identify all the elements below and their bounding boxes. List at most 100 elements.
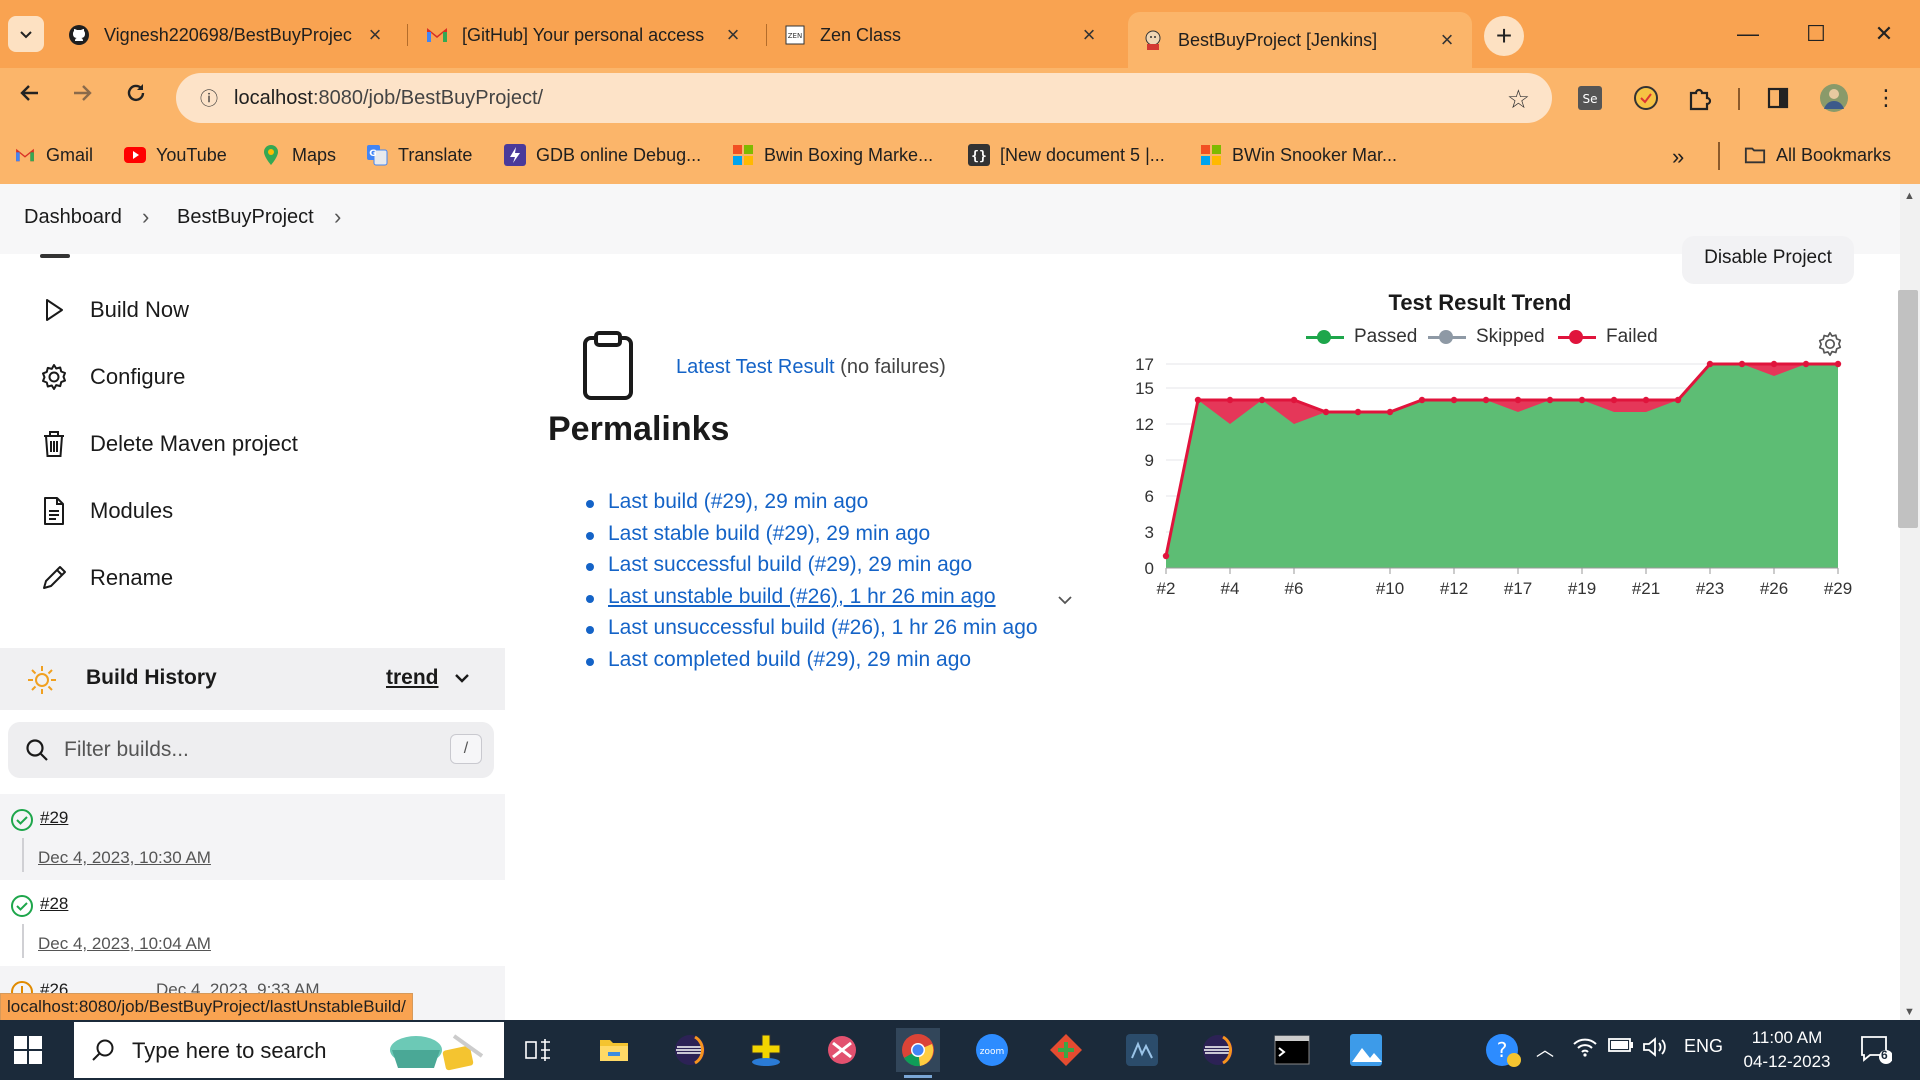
close-icon[interactable]: × [722,24,744,46]
task-view-icon[interactable] [516,1028,560,1072]
file-explorer-icon[interactable] [592,1028,636,1072]
more-menu-icon[interactable]: ⋮ [1870,82,1902,114]
system-clock[interactable]: 11:00 AM 04-12-2023 [1722,1026,1852,1074]
permalink-last-successful-build[interactable]: Last successful build (#29), 29 min ago [580,553,1038,585]
tab-title: BestBuyProject [Jenkins] [1178,29,1378,50]
breadcrumb-bestbuyproject[interactable]: BestBuyProject [177,206,314,229]
scrollbar-thumb[interactable] [1898,290,1918,528]
tab-gmail[interactable]: [GitHub] Your personal access × [412,12,758,58]
volume-icon[interactable] [1642,1036,1668,1063]
address-bar[interactable]: ⓘ localhost:8080/job/BestBuyProject/ ☆ [176,73,1552,123]
permalink-last-completed-build[interactable]: Last completed build (#29), 29 min ago [580,648,1038,680]
bookmark-bwin-snooker[interactable]: BWin Snooker Mar... [1200,144,1397,166]
profile-avatar[interactable] [1818,82,1850,114]
git-gui-icon[interactable] [1044,1028,1088,1072]
latest-test-result-link[interactable]: Latest Test Result [676,356,835,378]
build-date-link[interactable]: Dec 4, 2023, 10:30 AM [38,848,211,868]
sidebar-task-modules[interactable]: Modules [38,491,173,531]
tab-github[interactable]: Vignesh220698/BestBuyProjec × [54,12,400,58]
filter-builds-input[interactable]: Filter builds... / [8,722,494,778]
close-icon[interactable]: × [364,24,386,46]
x-tick-label: #4 [1221,579,1240,598]
data-point [1674,396,1682,404]
battery-icon[interactable] [1608,1036,1634,1059]
tab-jenkins[interactable]: BestBuyProject [Jenkins] × [1128,12,1472,68]
reload-button[interactable] [116,78,156,118]
scroll-up-arrow-icon[interactable]: ▲ [1904,190,1915,202]
tab-search-button[interactable] [8,16,44,52]
data-point [1546,396,1554,404]
close-window-button[interactable]: ✕ [1854,14,1914,54]
disable-project-button[interactable]: Disable Project [1682,236,1854,284]
bookmark-gmail[interactable]: Gmail [14,144,93,166]
sidebar-task-configure[interactable]: Configure [38,357,185,397]
bookmark-new-document[interactable]: {} [New document 5 |... [968,144,1165,166]
sidebar-task-rename[interactable]: Rename [38,558,173,598]
mavenapp-icon[interactable] [744,1028,788,1072]
eclipse-icon[interactable] [668,1028,712,1072]
mysql-workbench-icon[interactable] [1120,1028,1164,1072]
svg-text:Se: Se [1583,92,1598,106]
permalink-last-stable-build[interactable]: Last stable build (#29), 29 min ago [580,522,1038,554]
arrow-left-icon [20,85,38,101]
forward-button[interactable] [62,78,102,118]
wifi-icon[interactable] [1572,1036,1598,1063]
x-tick-label: #23 [1696,579,1724,598]
build-number-link[interactable]: #29 [40,808,68,828]
chevron-right-icon[interactable]: › [334,204,341,230]
taskbar-search-box[interactable]: Type here to search [74,1022,504,1078]
folder-icon [1744,144,1766,166]
close-icon[interactable]: × [1078,24,1100,46]
sidebar-task-delete-maven-project[interactable]: Delete Maven project [38,424,298,464]
chevron-up-icon[interactable]: ︿ [1536,1036,1554,1062]
bookmark-youtube[interactable]: YouTube [124,144,227,166]
notification-center-icon[interactable]: 6 [1860,1034,1893,1069]
snipping-tool-icon[interactable] [820,1028,864,1072]
bookmark-gdb[interactable]: GDB online Debug... [504,144,701,166]
close-icon[interactable]: × [1436,29,1458,51]
input-language[interactable]: ENG [1684,1036,1723,1057]
bookmark-star-icon[interactable]: ☆ [1507,84,1530,115]
chevron-down-icon[interactable] [452,668,472,693]
bookmark-translate[interactable]: G Translate [366,144,472,166]
data-point [1354,408,1362,416]
chevron-right-icon[interactable]: › [142,204,149,230]
site-info-icon[interactable]: ⓘ [184,85,234,111]
timer-extension-icon[interactable] [1630,82,1662,114]
sidebar-task-build-now[interactable]: Build Now [38,290,189,330]
windows-start-icon[interactable] [14,1036,42,1064]
permalink-last-unstable-build[interactable]: Last unstable build (#26), 1 hr 26 min a… [580,585,1072,617]
back-button[interactable] [10,78,50,118]
side-panel-icon[interactable] [1762,82,1794,114]
breadcrumb: Dashboard › BestBuyProject › [0,184,1900,254]
permalink-last-unsuccessful-build[interactable]: Last unsuccessful build (#26), 1 hr 26 m… [580,616,1038,648]
extensions-puzzle-icon[interactable] [1684,82,1716,114]
all-bookmarks-button[interactable]: All Bookmarks [1744,144,1891,166]
help-tips-icon[interactable]: ? [1484,1030,1524,1075]
bookmark-maps[interactable]: Maps [260,144,336,166]
chrome-taskbar-icon[interactable] [896,1028,940,1078]
eclipse-ide-icon[interactable] [1196,1028,1240,1072]
new-tab-button[interactable]: + [1484,16,1524,56]
data-point [1450,396,1458,404]
photos-app-icon[interactable] [1344,1028,1388,1072]
command-prompt-icon[interactable] [1270,1028,1314,1072]
bookmarks-overflow-button[interactable]: » [1672,144,1684,170]
maximize-button[interactable]: ☐ [1786,14,1846,54]
build-date-link[interactable]: Dec 4, 2023, 10:04 AM [38,934,211,954]
clipped-task-icon [40,254,70,258]
breadcrumb-dashboard[interactable]: Dashboard [24,206,122,229]
svg-text:?: ? [1497,1038,1508,1062]
data-point [1770,360,1778,368]
permalink-last-build[interactable]: Last build (#29), 29 min ago [580,490,1038,522]
build-number-link[interactable]: #28 [40,894,68,914]
tab-zen-class[interactable]: ZEN Zen Class × [770,12,1114,58]
scroll-down-arrow-icon[interactable]: ▼ [1904,1006,1915,1018]
zoom-icon[interactable]: zoom [970,1028,1014,1072]
data-point [1194,396,1202,404]
bookmark-bwin-boxing[interactable]: Bwin Boxing Marke... [732,144,933,166]
trend-link[interactable]: trend [386,666,439,690]
chevron-down-icon[interactable] [1056,591,1074,609]
selenium-extension-icon[interactable]: Se [1574,82,1606,114]
minimize-button[interactable]: — [1718,14,1778,54]
